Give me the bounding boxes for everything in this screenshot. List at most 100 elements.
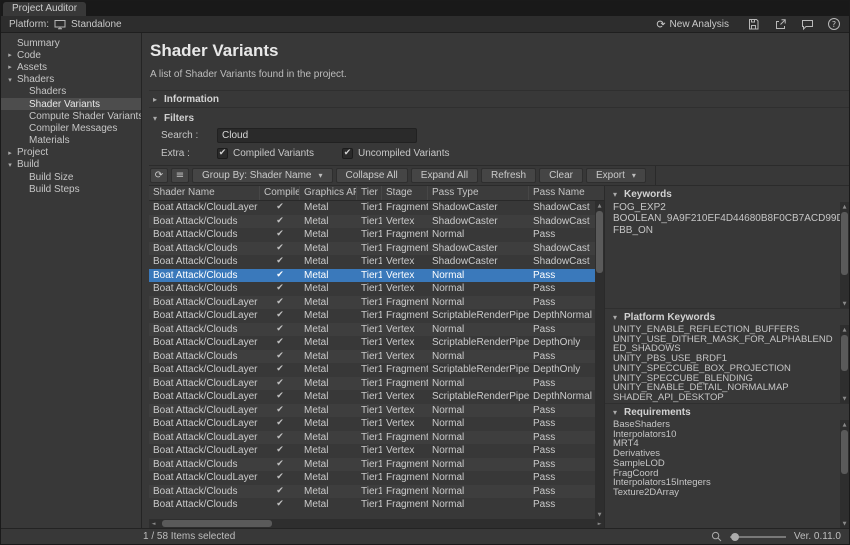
cell-stage: Fragment [382, 228, 428, 242]
scroll-track[interactable] [158, 519, 595, 528]
sidebar-item-shaders[interactable]: Shaders [1, 86, 141, 98]
save-button[interactable] [744, 17, 762, 32]
chevron-right-icon[interactable]: ▸ [5, 149, 15, 157]
table-row[interactable]: Boat Attack/Clouds✔MetalTier1VertexNorma… [149, 323, 595, 337]
scroll-left-arrow[interactable]: ◄ [149, 519, 158, 528]
clear-button[interactable]: Clear [539, 168, 583, 183]
sidebar-item-compiler-messages[interactable]: Compiler Messages [1, 122, 141, 134]
table-row[interactable]: Boat Attack/Clouds✔MetalTier1FragmentNor… [149, 485, 595, 499]
tab-project-auditor[interactable]: Project Auditor [3, 2, 86, 16]
table-row[interactable]: Boat Attack/CloudLayer✔MetalTier1Fragmen… [149, 431, 595, 445]
chevron-right-icon[interactable]: ▸ [5, 63, 15, 71]
scroll-down-arrow[interactable]: ▼ [840, 394, 849, 403]
scroll-up-arrow[interactable]: ▲ [840, 202, 849, 211]
sidebar-item-code[interactable]: ▸Code [1, 49, 141, 61]
keywords-foldout[interactable]: ▾ Keywords [605, 186, 849, 202]
platform-keywords-foldout[interactable]: ▾ Platform Keywords [605, 309, 849, 325]
scroll-down-arrow[interactable]: ▼ [840, 519, 849, 528]
keywords-scrollbar[interactable]: ▲ ▼ [840, 202, 849, 308]
table-row[interactable]: Boat Attack/CloudLayer✔MetalTier1Fragmen… [149, 377, 595, 391]
new-analysis-button[interactable]: ⟳ New Analysis [650, 17, 735, 32]
sidebar-item-build-steps[interactable]: Build Steps [1, 183, 141, 195]
view-options-button[interactable]: ≡ [171, 168, 189, 183]
table-row[interactable]: Boat Attack/CloudLayer✔MetalTier1Fragmen… [149, 201, 595, 215]
table-row[interactable]: Boat Attack/CloudLayer✔MetalTier1VertexN… [149, 417, 595, 431]
table-row[interactable]: Boat Attack/CloudLayer✔MetalTier1VertexS… [149, 390, 595, 404]
requirements-foldout[interactable]: ▾ Requirements [605, 404, 849, 420]
help-button[interactable]: ? [825, 17, 843, 32]
table-row[interactable]: Boat Attack/CloudLayer✔MetalTier1VertexN… [149, 404, 595, 418]
chevron-down-icon[interactable]: ▾ [5, 76, 15, 84]
sidebar-item-shaders[interactable]: ▾Shaders [1, 74, 141, 86]
scroll-track[interactable] [840, 334, 849, 394]
scroll-thumb[interactable] [596, 211, 603, 273]
scroll-track[interactable] [595, 210, 604, 510]
cell-tier: Tier1 [357, 309, 382, 323]
requirements-scrollbar[interactable]: ▲ ▼ [840, 420, 849, 528]
platform-keywords-scrollbar[interactable]: ▲ ▼ [840, 325, 849, 403]
table-row[interactable]: Boat Attack/Clouds✔MetalTier1VertexNorma… [149, 282, 595, 296]
chevron-right-icon[interactable]: ▸ [5, 51, 15, 59]
refresh-view-button[interactable]: ⟳ [150, 168, 168, 183]
table-row[interactable]: Boat Attack/Clouds✔MetalTier1VertexShado… [149, 255, 595, 269]
sidebar-item-shader-variants[interactable]: Shader Variants [1, 98, 141, 110]
table-row[interactable]: Boat Attack/Clouds✔MetalTier1VertexShado… [149, 215, 595, 229]
scroll-thumb[interactable] [841, 430, 848, 474]
scroll-up-arrow[interactable]: ▲ [840, 325, 849, 334]
filters-foldout[interactable]: ▾ Filters [149, 110, 849, 126]
table-row[interactable]: Boat Attack/Clouds✔MetalTier1FragmentNor… [149, 458, 595, 472]
feedback-button[interactable] [798, 17, 816, 32]
zoom-slider-knob[interactable] [731, 533, 739, 541]
zoom-slider[interactable] [730, 532, 786, 542]
export-dropdown[interactable]: Export ▾ [586, 168, 646, 183]
table-row[interactable]: Boat Attack/CloudLayer✔MetalTier1Fragmen… [149, 296, 595, 310]
table-row[interactable]: Boat Attack/Clouds✔MetalTier1FragmentNor… [149, 228, 595, 242]
collapse-all-button[interactable]: Collapse All [336, 168, 408, 183]
table-row[interactable]: Boat Attack/CloudLayer✔MetalTier1Fragmen… [149, 363, 595, 377]
sidebar-item-summary[interactable]: Summary [1, 37, 141, 49]
column-header-compiled[interactable]: Compiled [260, 186, 300, 200]
table-row[interactable]: Boat Attack/Clouds✔MetalTier1FragmentSha… [149, 242, 595, 256]
scroll-down-arrow[interactable]: ▼ [595, 510, 604, 519]
sidebar-item-compute-shader-variants[interactable]: Compute Shader Variants [1, 110, 141, 122]
scroll-down-arrow[interactable]: ▼ [840, 299, 849, 308]
compiled-variants-checkbox[interactable]: ✔ Compiled Variants [217, 148, 314, 159]
sidebar-item-build[interactable]: ▾Build [1, 159, 141, 171]
information-foldout[interactable]: ▸ Information [149, 90, 849, 108]
expand-all-button[interactable]: Expand All [411, 168, 478, 183]
scroll-right-arrow[interactable]: ► [595, 519, 604, 528]
scroll-track[interactable] [840, 211, 849, 299]
column-header-pass-name[interactable]: Pass Name [529, 186, 604, 200]
chevron-right-icon: ▸ [151, 95, 159, 104]
uncompiled-variants-checkbox[interactable]: ✔ Uncompiled Variants [342, 148, 450, 159]
table-row[interactable]: Boat Attack/CloudLayer✔MetalTier1Fragmen… [149, 309, 595, 323]
table-row[interactable]: Boat Attack/Clouds✔MetalTier1VertexNorma… [149, 269, 595, 283]
scroll-up-arrow[interactable]: ▲ [840, 420, 849, 429]
sidebar-item-project[interactable]: ▸Project [1, 147, 141, 159]
table-row[interactable]: Boat Attack/Clouds✔MetalTier1VertexNorma… [149, 350, 595, 364]
scroll-thumb[interactable] [162, 520, 272, 527]
sidebar-item-materials[interactable]: Materials [1, 135, 141, 147]
column-header-tier[interactable]: Tier [357, 186, 382, 200]
load-save-button[interactable] [771, 17, 789, 32]
table-vertical-scrollbar[interactable]: ▲ ▼ [595, 201, 604, 519]
search-input[interactable] [217, 128, 417, 143]
table-row[interactable]: Boat Attack/CloudLayer✔MetalTier1VertexN… [149, 444, 595, 458]
scroll-thumb[interactable] [841, 335, 848, 371]
table-horizontal-scrollbar[interactable]: ◄ ► [149, 519, 604, 528]
sidebar-item-assets[interactable]: ▸Assets [1, 61, 141, 73]
column-header-graphics-api[interactable]: Graphics API [300, 186, 357, 200]
table-row[interactable]: Boat Attack/CloudLayer✔MetalTier1Fragmen… [149, 471, 595, 485]
table-row[interactable]: Boat Attack/CloudLayer✔MetalTier1VertexS… [149, 336, 595, 350]
column-header-pass-type[interactable]: Pass Type [428, 186, 529, 200]
column-header-stage[interactable]: Stage [382, 186, 428, 200]
scroll-up-arrow[interactable]: ▲ [595, 201, 604, 210]
column-header-shader-name[interactable]: Shader Name [149, 186, 260, 200]
sidebar-item-build-size[interactable]: Build Size [1, 171, 141, 183]
refresh-button[interactable]: Refresh [481, 168, 536, 183]
group-by-dropdown[interactable]: Group By: Shader Name ▾ [192, 168, 333, 183]
scroll-track[interactable] [840, 429, 849, 519]
table-row[interactable]: Boat Attack/Clouds✔MetalTier1FragmentNor… [149, 498, 595, 512]
chevron-down-icon[interactable]: ▾ [5, 161, 15, 169]
scroll-thumb[interactable] [841, 212, 848, 275]
